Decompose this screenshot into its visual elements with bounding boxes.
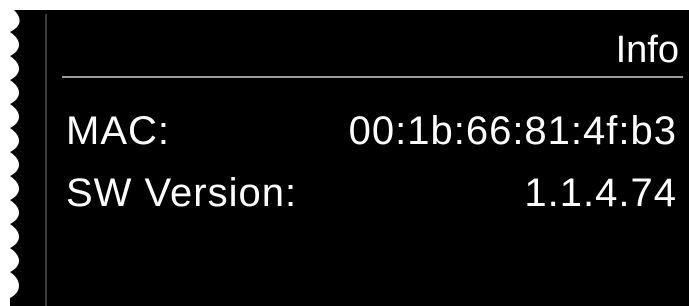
mac-label: MAC: — [66, 108, 170, 153]
edge-rule — [45, 14, 47, 306]
mac-value: 00:1b:66:81:4f:b3 — [348, 108, 677, 153]
sw-version-label: SW Version: — [66, 170, 298, 215]
sw-version-row: SW Version: 1.1.4.74 — [66, 167, 677, 219]
mac-row: MAC: 00:1b:66:81:4f:b3 — [66, 105, 677, 157]
device-screen: Info MAC: 00:1b:66:81:4f:b3 SW Version: … — [0, 10, 689, 306]
sw-version-value: 1.1.4.74 — [524, 170, 677, 215]
scalloped-edge — [0, 10, 20, 306]
scalloped-edge-shape — [0, 10, 20, 306]
page-title: Info — [615, 29, 679, 71]
header-divider — [62, 76, 683, 78]
